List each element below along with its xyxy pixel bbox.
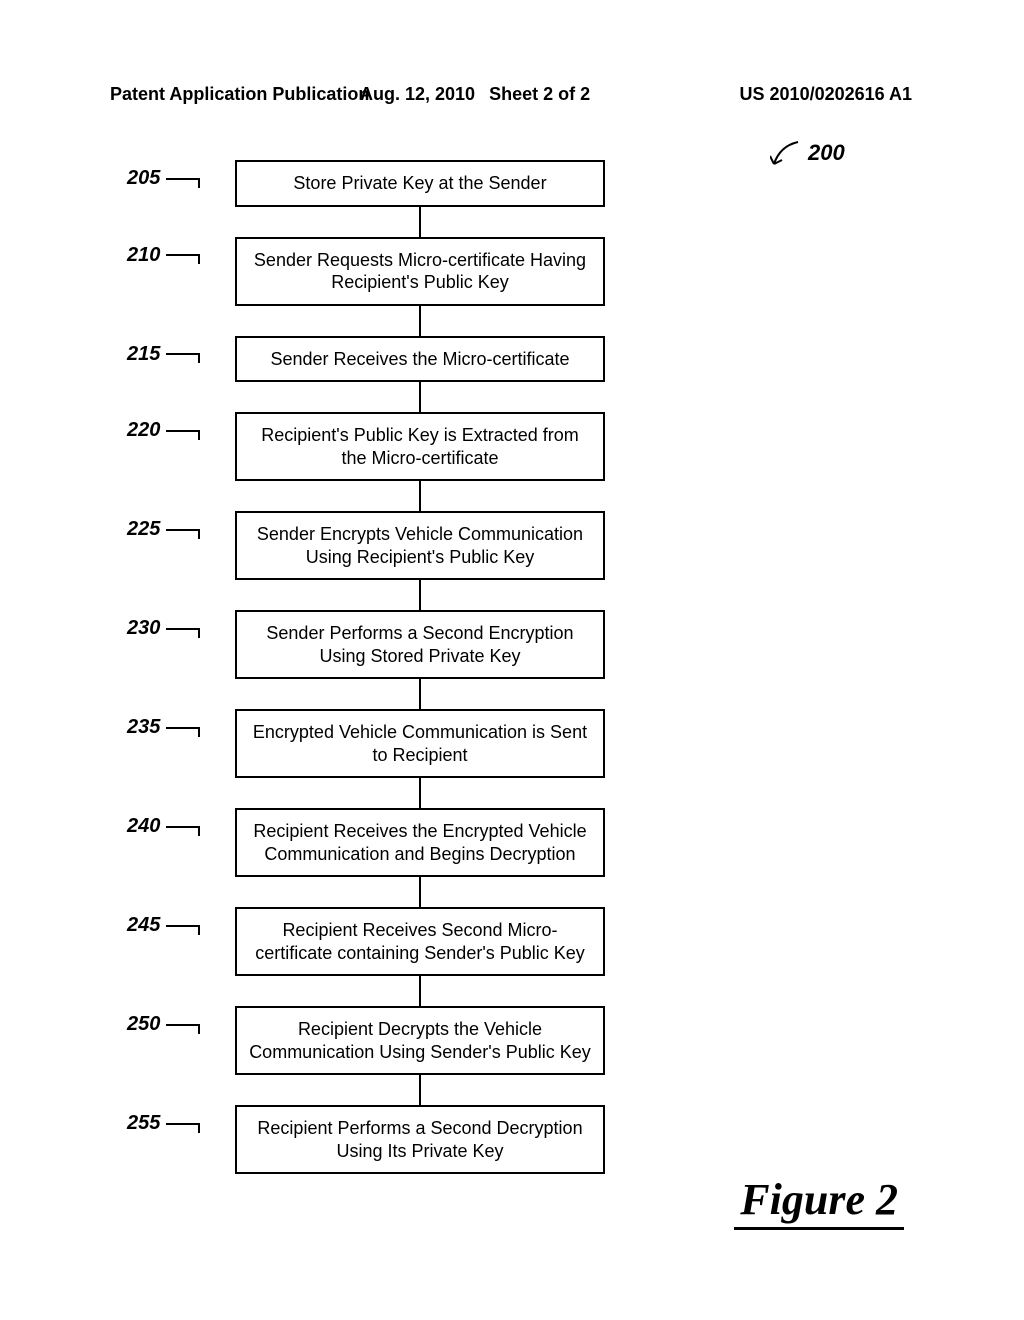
step-text: Encrypted Vehicle Communication is Sent … xyxy=(253,722,587,765)
flow-step: 230 Sender Performs a Second Encryption … xyxy=(235,610,605,679)
step-ref: 240 xyxy=(127,814,200,839)
leader-line-icon xyxy=(166,1024,200,1026)
flow-step: 240 Recipient Receives the Encrypted Veh… xyxy=(235,808,605,877)
leader-line-icon xyxy=(166,925,200,927)
flowchart: 205 Store Private Key at the Sender 210 … xyxy=(140,160,700,1174)
leader-line-icon xyxy=(166,430,200,432)
step-ref-label: 230 xyxy=(127,616,160,641)
step-ref: 250 xyxy=(127,1012,200,1037)
flow-connector xyxy=(419,877,421,907)
flow-step: 255 Recipient Performs a Second Decrypti… xyxy=(235,1105,605,1174)
leader-line-icon xyxy=(166,529,200,531)
flow-step: 205 Store Private Key at the Sender xyxy=(235,160,605,207)
page: Patent Application Publication Aug. 12, … xyxy=(0,0,1024,1320)
step-text: Recipient Receives the Encrypted Vehicle… xyxy=(253,821,586,864)
flow-connector xyxy=(419,306,421,336)
step-ref-label: 210 xyxy=(127,243,160,268)
step-text: Sender Requests Micro-certificate Having… xyxy=(254,250,586,293)
step-text: Sender Performs a Second Encryption Usin… xyxy=(266,623,573,666)
leader-line-icon xyxy=(166,254,200,256)
flow-connector xyxy=(419,778,421,808)
leader-line-icon xyxy=(166,178,200,180)
step-ref: 245 xyxy=(127,913,200,938)
flow-connector xyxy=(419,207,421,237)
step-text: Recipient's Public Key is Extracted from… xyxy=(261,425,579,468)
step-ref-label: 245 xyxy=(127,913,160,938)
step-ref-label: 235 xyxy=(127,715,160,740)
flow-step: 250 Recipient Decrypts the Vehicle Commu… xyxy=(235,1006,605,1075)
header-date: Aug. 12, 2010 xyxy=(360,84,475,105)
flow-connector xyxy=(419,679,421,709)
leader-line-icon xyxy=(166,826,200,828)
curved-arrow-icon xyxy=(770,140,802,168)
step-ref: 220 xyxy=(127,418,200,443)
header-publication-type: Patent Application Publication xyxy=(110,84,369,105)
step-text: Sender Receives the Micro-certificate xyxy=(270,349,569,369)
leader-line-icon xyxy=(166,1123,200,1125)
step-ref-label: 220 xyxy=(127,418,160,443)
step-ref: 255 xyxy=(127,1111,200,1136)
step-text: Store Private Key at the Sender xyxy=(293,173,546,193)
step-ref: 225 xyxy=(127,517,200,542)
flow-step: 210 Sender Requests Micro-certificate Ha… xyxy=(235,237,605,306)
flow-step: 215 Sender Receives the Micro-certificat… xyxy=(235,336,605,383)
step-ref-label: 225 xyxy=(127,517,160,542)
step-ref: 230 xyxy=(127,616,200,641)
step-ref-label: 255 xyxy=(127,1111,160,1136)
overall-reference-numeral: 200 xyxy=(770,140,845,168)
step-ref-label: 250 xyxy=(127,1012,160,1037)
flow-connector xyxy=(419,382,421,412)
step-ref: 205 xyxy=(127,166,200,191)
flow-step: 225 Sender Encrypts Vehicle Communicatio… xyxy=(235,511,605,580)
step-text: Recipient Decrypts the Vehicle Communica… xyxy=(249,1019,591,1062)
figure-label: Figure 2 xyxy=(734,1174,904,1230)
step-ref: 235 xyxy=(127,715,200,740)
flow-connector xyxy=(419,976,421,1006)
overall-reference-label: 200 xyxy=(808,140,845,166)
step-ref-label: 215 xyxy=(127,342,160,367)
header-sheet: Sheet 2 of 2 xyxy=(489,84,590,105)
step-ref: 210 xyxy=(127,243,200,268)
leader-line-icon xyxy=(166,727,200,729)
leader-line-icon xyxy=(166,353,200,355)
flow-step: 245 Recipient Receives Second Micro-cert… xyxy=(235,907,605,976)
flow-connector xyxy=(419,481,421,511)
step-ref-label: 240 xyxy=(127,814,160,839)
flow-step: 220 Recipient's Public Key is Extracted … xyxy=(235,412,605,481)
step-text: Recipient Performs a Second Decryption U… xyxy=(257,1118,582,1161)
leader-line-icon xyxy=(166,628,200,630)
step-ref-label: 205 xyxy=(127,166,160,191)
flow-step: 235 Encrypted Vehicle Communication is S… xyxy=(235,709,605,778)
flow-connector xyxy=(419,1075,421,1105)
step-text: Sender Encrypts Vehicle Communication Us… xyxy=(257,524,583,567)
step-ref: 215 xyxy=(127,342,200,367)
header-publication-number: US 2010/0202616 A1 xyxy=(740,84,912,105)
step-text: Recipient Receives Second Micro-certific… xyxy=(255,920,585,963)
flow-connector xyxy=(419,580,421,610)
header-date-sheet: Aug. 12, 2010 Sheet 2 of 2 xyxy=(360,84,590,105)
